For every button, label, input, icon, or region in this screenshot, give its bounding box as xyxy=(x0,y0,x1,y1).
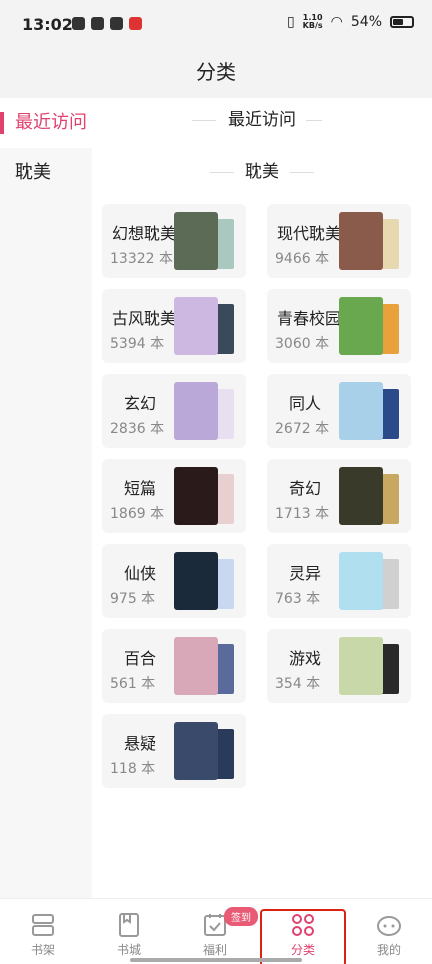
book-cover xyxy=(339,212,383,270)
category-name: 同人 xyxy=(289,394,322,413)
category-count: 763 本 xyxy=(275,591,321,607)
category-name: 玄幻 xyxy=(124,394,157,413)
category-name: 百合 xyxy=(124,649,157,668)
status-time: 13:02 xyxy=(22,15,73,34)
category-name: 短篇 xyxy=(124,479,157,498)
book-cover xyxy=(339,467,383,525)
battery-percent: 54% xyxy=(350,14,382,30)
checkin-badge: 签到 xyxy=(224,907,258,926)
mail-notification-icon xyxy=(110,17,123,30)
category-card[interactable]: 玄幻 2836 本 xyxy=(102,374,246,448)
book-cover xyxy=(174,467,218,525)
sidebar-item-label: 最近访问 xyxy=(15,112,87,133)
title-bar: 分类 xyxy=(0,46,432,98)
tab-label: 分类 xyxy=(290,943,315,957)
page-title: 分类 xyxy=(196,60,236,84)
book-cover xyxy=(174,637,218,695)
category-card[interactable]: 青春校园 3060 本 xyxy=(267,289,411,363)
book-cover xyxy=(174,212,218,270)
tab-mine[interactable]: 我的 xyxy=(346,899,432,964)
category-card[interactable]: 幻想耽美 13322 本 xyxy=(102,204,246,278)
category-card[interactable]: 游戏 354 本 xyxy=(267,629,411,703)
book-cover xyxy=(174,382,218,440)
tab-label: 我的 xyxy=(376,943,401,957)
notification-icons xyxy=(72,17,142,30)
battery-icon xyxy=(390,16,414,28)
app-notification-icon xyxy=(129,17,142,30)
divider xyxy=(210,172,234,173)
category-count: 118 本 xyxy=(110,761,156,777)
book-cover xyxy=(174,297,218,355)
category-count: 2836 本 xyxy=(110,421,165,437)
category-count: 354 本 xyxy=(275,676,321,692)
category-card[interactable]: 仙侠 975 本 xyxy=(102,544,246,618)
section-recent-header: 最近访问 xyxy=(92,98,432,142)
network-speed: 1.10 KB/s xyxy=(303,14,323,30)
category-sidebar: 最近访问 耽美 xyxy=(0,98,92,898)
category-card[interactable]: 灵异 763 本 xyxy=(267,544,411,618)
sidebar-item-recent[interactable]: 最近访问 xyxy=(0,98,92,148)
tab-bookstore[interactable]: 书城 xyxy=(86,899,172,964)
divider xyxy=(290,172,314,173)
book-cover xyxy=(339,552,383,610)
category-count: 2672 本 xyxy=(275,421,330,437)
bottom-tab-bar: 书架 书城 福利 签到 分类 我的 xyxy=(0,898,432,964)
category-name: 青春校园 xyxy=(277,309,342,328)
home-indicator[interactable] xyxy=(130,958,302,962)
vibrate-icon: ▯ xyxy=(286,14,295,30)
book-cover xyxy=(339,297,383,355)
divider xyxy=(192,120,216,121)
category-count: 13322 本 xyxy=(110,251,173,267)
tab-label: 书城 xyxy=(116,943,141,957)
category-name: 奇幻 xyxy=(289,479,322,498)
category-card[interactable]: 古风耽美 5394 本 xyxy=(102,289,246,363)
profile-face-icon xyxy=(377,916,401,936)
category-grid-icon xyxy=(292,914,314,936)
category-name: 仙侠 xyxy=(124,564,157,583)
status-indicators: ▯ 1.10 KB/s ◠ 54% xyxy=(287,14,414,30)
tab-category[interactable]: 分类 xyxy=(260,909,346,964)
section-title: 耽美 xyxy=(235,162,289,182)
book-icon xyxy=(119,913,139,937)
book-cover xyxy=(174,552,218,610)
tab-welfare[interactable]: 福利 签到 xyxy=(172,899,258,964)
category-card[interactable]: 百合 561 本 xyxy=(102,629,246,703)
tab-label: 福利 xyxy=(202,943,227,957)
tab-bookshelf[interactable]: 书架 xyxy=(0,899,86,964)
book-cover xyxy=(174,722,218,780)
category-content: 最近访问 耽美 幻想耽美 13322 本 现代耽美 9466 本 古风耽美 53… xyxy=(92,98,432,898)
book-cover xyxy=(339,382,383,440)
category-count: 9466 本 xyxy=(275,251,330,267)
category-card[interactable]: 同人 2672 本 xyxy=(267,374,411,448)
category-count: 3060 本 xyxy=(275,336,330,352)
tab-label: 书架 xyxy=(30,943,55,957)
category-count: 1713 本 xyxy=(275,506,330,522)
category-name: 游戏 xyxy=(289,649,322,668)
category-name: 现代耽美 xyxy=(277,224,342,243)
category-count: 561 本 xyxy=(110,676,156,692)
category-name: 灵异 xyxy=(289,564,322,583)
category-card[interactable]: 现代耽美 9466 本 xyxy=(267,204,411,278)
speed-unit: KB/s xyxy=(302,21,323,30)
status-bar: 13:02 ▯ 1.10 KB/s ◠ 54% xyxy=(0,0,432,46)
app-notification-icon xyxy=(72,17,85,30)
book-cover xyxy=(339,637,383,695)
category-name: 悬疑 xyxy=(124,734,157,753)
category-count: 1869 本 xyxy=(110,506,165,522)
sidebar-item-danmei[interactable]: 耽美 xyxy=(0,148,92,198)
section-danmei-header: 耽美 xyxy=(92,150,432,194)
sidebar-item-label: 耽美 xyxy=(15,162,51,183)
category-name: 幻想耽美 xyxy=(112,224,177,243)
section-title: 最近访问 xyxy=(218,110,306,130)
app-notification-icon xyxy=(91,17,104,30)
category-name: 古风耽美 xyxy=(112,309,177,328)
bookshelf-icon xyxy=(32,914,54,936)
wifi-icon: ◠ xyxy=(330,14,343,30)
category-card[interactable]: 悬疑 118 本 xyxy=(102,714,246,788)
category-card[interactable]: 奇幻 1713 本 xyxy=(267,459,411,533)
category-count: 5394 本 xyxy=(110,336,165,352)
category-count: 975 本 xyxy=(110,591,156,607)
category-card[interactable]: 短篇 1869 本 xyxy=(102,459,246,533)
